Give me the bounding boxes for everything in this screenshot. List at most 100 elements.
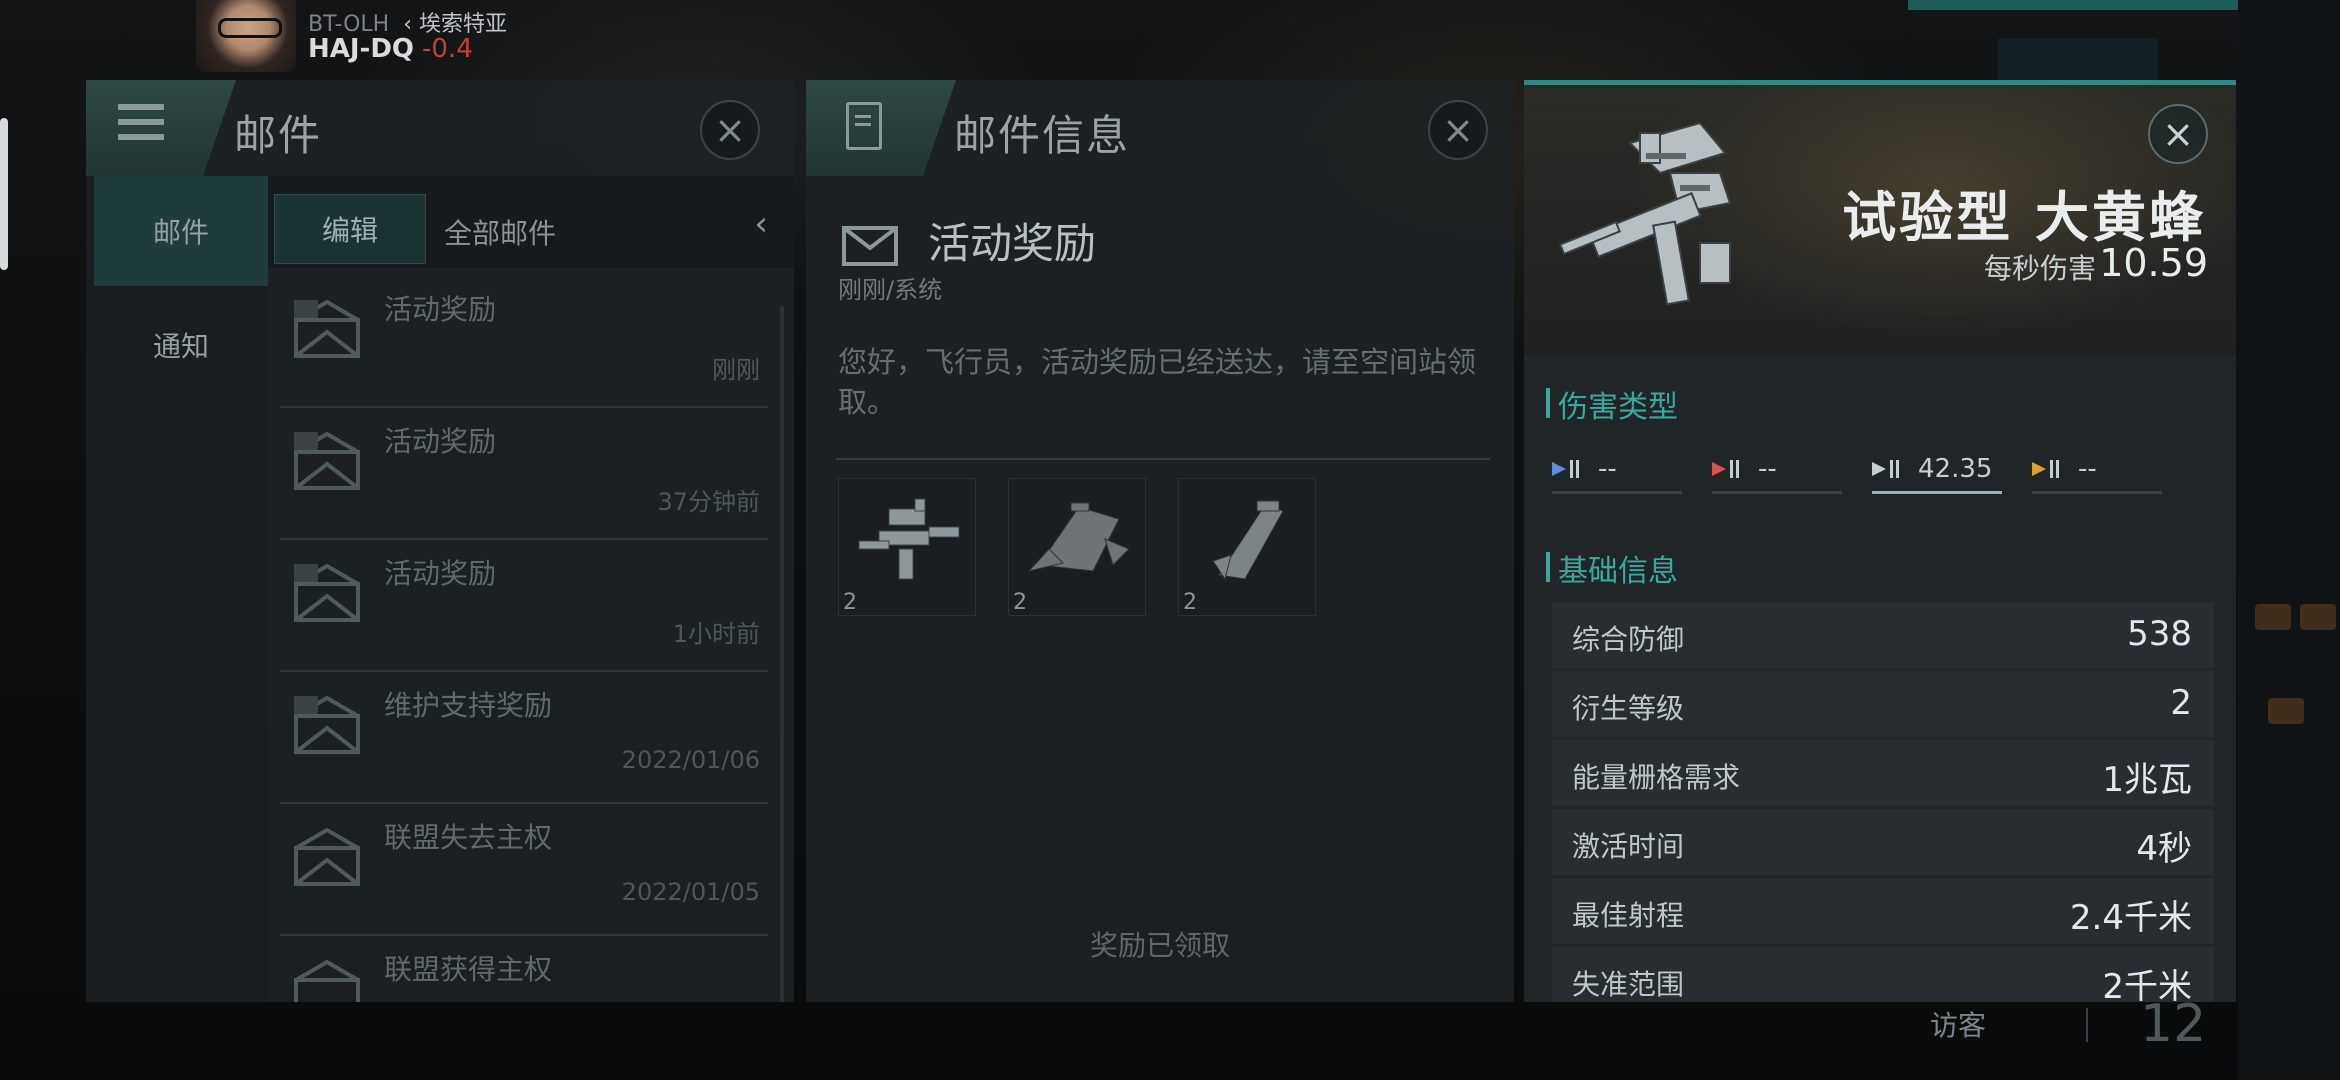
stat-label: 激活时间 [1572, 830, 1685, 863]
list-item[interactable]: 活动奖励 1小时前 [280, 540, 768, 672]
stat-row: 最佳射程 2.4千米 [1552, 878, 2214, 944]
section-basic-info: 基础信息 [1546, 546, 1678, 590]
tab-mail[interactable]: 邮件 [94, 176, 268, 286]
envelope-open-icon [294, 300, 360, 358]
close-button[interactable]: × [700, 100, 760, 160]
mail-time: 2022/01/06 [621, 746, 760, 774]
close-icon: × [2162, 112, 2194, 156]
mail-subject: 活动奖励 [384, 425, 497, 458]
mail-time: 1小时前 [672, 620, 760, 648]
mail-subject: 活动奖励 [384, 557, 497, 590]
envelope-open-icon [294, 828, 360, 886]
damage-value: -- [1758, 454, 1777, 484]
em-damage-icon [1552, 460, 1579, 478]
stat-row: 失准范围 2千米 [1552, 947, 2214, 1002]
dps-label: 每秒伤害 [1983, 252, 2096, 285]
mail-subject: 联盟获得主权 [384, 953, 553, 986]
close-icon: × [1442, 108, 1474, 152]
damage-type-thermal: -- [1712, 440, 1842, 500]
list-item[interactable]: 联盟获得主权 [280, 936, 768, 1002]
document-icon [846, 102, 882, 150]
visitor-label[interactable]: 访客 [1930, 1004, 1986, 1044]
hud-marker [2300, 604, 2336, 630]
close-button[interactable]: × [2148, 104, 2208, 164]
attachment-count: 2 [1013, 590, 1027, 615]
kinetic-damage-icon [1872, 460, 1899, 478]
drone-ship-image [1559, 121, 1732, 306]
avatar[interactable] [196, 0, 296, 72]
security-status: -0.4 [422, 34, 473, 64]
stat-label: 综合防御 [1572, 623, 1685, 656]
list-item[interactable]: 活动奖励 刚刚 [280, 276, 768, 408]
panel-title: 邮件信息 [954, 111, 1131, 160]
hud-marker [2268, 698, 2304, 724]
dps-value: 10.59 [2099, 241, 2208, 285]
damage-type-em: -- [1552, 440, 1682, 500]
stat-row: 能量栅格需求 1兆瓦 [1552, 740, 2214, 806]
menu-icon[interactable] [118, 104, 164, 144]
item-detail-panel: 试验型 大黄蜂 每秒伤害 10.59 × 伤害类型 -- -- 42.35 --… [1524, 80, 2236, 1002]
envelope-open-icon [294, 564, 360, 622]
stat-row: 激活时间 4秒 [1552, 809, 2214, 875]
damage-type-explosive: -- [2032, 440, 2162, 500]
mail-panel: 邮件 × 邮件 通知 编辑 全部邮件 ‹ 活动奖励 刚刚 活动奖励 37分钟前 … [86, 80, 794, 1002]
stat-value: 538 [2127, 614, 2192, 654]
reward-status: 奖励已领取 [1089, 929, 1230, 962]
drone-ship-icon [1212, 500, 1284, 581]
close-button[interactable]: × [1428, 100, 1488, 160]
mail-subject: 联盟失去主权 [384, 821, 553, 854]
mail-meta: 刚刚/系统 [838, 276, 943, 304]
visitor-count: 12 [2140, 994, 2207, 1054]
thermal-damage-icon [1712, 460, 1739, 478]
stat-row: 衍生等级 2 [1552, 671, 2214, 737]
stat-value: 2.4千米 [2069, 898, 2192, 938]
list-item[interactable]: 维护支持奖励 2022/01/06 [280, 672, 768, 804]
hud-right-panel [2238, 0, 2340, 1080]
mail-time: 2022/01/05 [621, 878, 760, 906]
stat-label: 能量栅格需求 [1572, 761, 1741, 794]
close-icon: × [714, 108, 746, 152]
location-name: HAJ-DQ [308, 34, 415, 64]
mail-body: 您好，飞行员，活动奖励已经送达，请至空间站领取。 [838, 345, 1477, 419]
envelope-open-icon [294, 696, 360, 754]
mail-panel-header: 邮件 × [86, 80, 794, 176]
attachment-item[interactable]: 2 [1178, 478, 1316, 616]
side-drawer-handle[interactable] [0, 118, 8, 270]
mail-time: 37分钟前 [657, 488, 760, 516]
attachment-item[interactable]: 2 [838, 478, 976, 616]
damage-type-row: -- -- 42.35 -- [1552, 440, 2196, 500]
edit-button[interactable]: 编辑 [274, 194, 426, 264]
mail-time: 刚刚 [712, 356, 760, 384]
attachment-count: 2 [843, 590, 857, 615]
attachment-count: 2 [1183, 590, 1197, 615]
attachment-item[interactable]: 2 [1008, 478, 1146, 616]
envelope-open-icon [294, 960, 360, 1002]
list-item[interactable]: 活动奖励 37分钟前 [280, 408, 768, 540]
divider [836, 458, 1490, 460]
stat-row: 综合防御 538 [1552, 602, 2214, 668]
tab-notifications[interactable]: 通知 [94, 290, 268, 400]
stat-label: 最佳射程 [1572, 899, 1685, 932]
scrollbar[interactable] [780, 306, 784, 1002]
chevron-left-icon[interactable]: ‹ [754, 204, 768, 244]
stat-label: 失准范围 [1572, 968, 1685, 1001]
mail-filter-dropdown[interactable]: 全部邮件 [444, 212, 556, 252]
mail-detail-panel: 邮件信息 × 活动奖励 刚刚/系统 您好，飞行员，活动奖励已经送达，请至空间站领… [806, 80, 1514, 1002]
drone-ship-icon [858, 498, 960, 580]
stat-label: 衍生等级 [1572, 692, 1685, 725]
section-damage-type: 伤害类型 [1546, 382, 1678, 426]
divider [2086, 1008, 2088, 1042]
item-hero: 试验型 大黄蜂 每秒伤害 10.59 [1524, 85, 2236, 355]
mail-toolbar: 编辑 全部邮件 ‹ [268, 176, 794, 268]
damage-type-kinetic: 42.35 [1872, 440, 2002, 500]
explosive-damage-icon [2032, 460, 2059, 478]
mail-category-tabs: 邮件 通知 [86, 176, 268, 1002]
mail-subject: 活动奖励 [384, 293, 497, 326]
stat-value: 4秒 [2136, 829, 2192, 869]
list-item[interactable]: 联盟失去主权 2022/01/05 [280, 804, 768, 936]
stats-table: 综合防御 538 衍生等级 2 能量栅格需求 1兆瓦 激活时间 4秒 最佳射程 2.4千米… [1552, 602, 2214, 1002]
mail-subject-heading: 活动奖励 [928, 219, 1097, 268]
damage-value: -- [1598, 454, 1617, 484]
drone-ship-icon [1027, 502, 1130, 572]
mail-subject: 维护支持奖励 [384, 689, 553, 722]
